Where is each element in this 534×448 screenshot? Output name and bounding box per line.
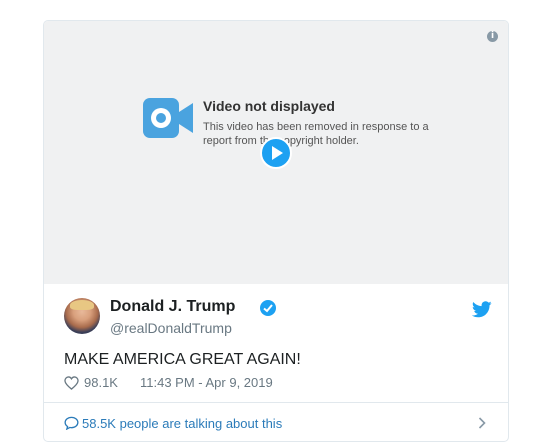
author-name[interactable]: Donald J. Trump — [110, 298, 235, 316]
conversation-link[interactable]: 58.5K people are talking about this — [44, 403, 508, 441]
verified-badge-icon — [260, 300, 276, 316]
twitter-bird-icon[interactable] — [472, 301, 492, 318]
talking-count-label[interactable]: 58.5K people are talking about this — [82, 416, 282, 431]
info-icon[interactable]: i — [487, 31, 498, 42]
tweet-header: Donald J. Trump @realDonaldTrump — [64, 296, 494, 336]
play-button[interactable] — [260, 137, 292, 169]
play-icon — [272, 146, 283, 160]
video-placeholder[interactable]: i Video not displayed This video has bee… — [44, 21, 508, 284]
avatar[interactable] — [64, 298, 100, 334]
video-camera-icon — [143, 98, 193, 138]
heart-icon[interactable] — [64, 376, 79, 390]
tweet-timestamp[interactable]: 11:43 PM - Apr 9, 2019 — [140, 375, 273, 390]
like-count[interactable]: 98.1K — [84, 375, 118, 390]
tweet-text: MAKE AMERICA GREAT AGAIN! — [64, 351, 301, 368]
video-unavailable-title: Video not displayed — [203, 98, 335, 114]
embedded-tweet-card: i Video not displayed This video has bee… — [43, 20, 509, 442]
speech-bubble-icon — [64, 416, 79, 430]
video-unavailable-description: This video has been removed in response … — [203, 121, 429, 147]
chevron-right-icon — [478, 417, 486, 429]
author-handle[interactable]: @realDonaldTrump — [110, 320, 232, 336]
